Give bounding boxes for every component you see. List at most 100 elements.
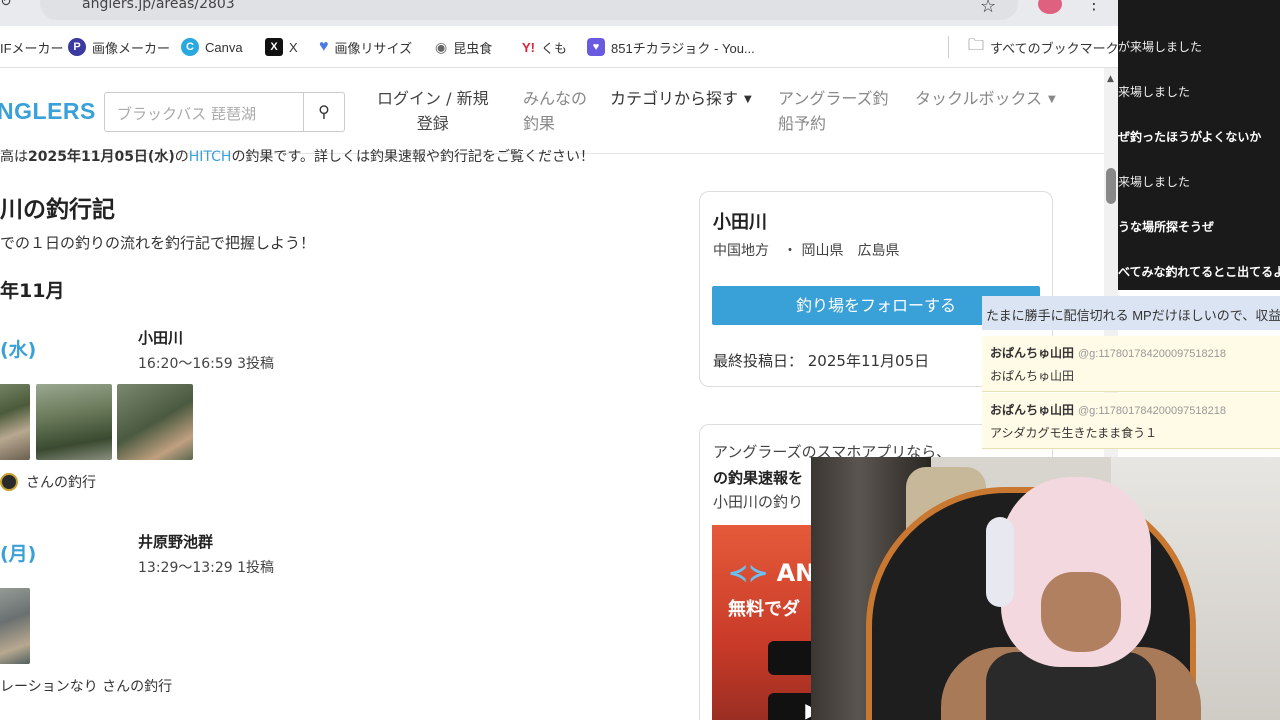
fish-icon: ≺≻ xyxy=(728,559,769,587)
entry-time: 16:20〜16:59 3投稿 xyxy=(138,356,275,372)
bookmark-item[interactable]: P 画像メーカー xyxy=(68,37,170,57)
intro-part: の xyxy=(174,149,189,165)
comment-id: @g:117801784200097518218 xyxy=(1078,405,1227,417)
webcam-person-face xyxy=(1041,572,1121,652)
nav-tacklebox-label: タックルボックス xyxy=(915,89,1043,108)
chat-line: べてみな釣れてるとこ出てるよ xyxy=(1118,265,1280,279)
folder-icon: 🗀 xyxy=(968,36,985,54)
nav-minna-line2: 釣果 xyxy=(523,114,556,133)
site-logo[interactable]: NGLERS xyxy=(0,98,96,125)
scroll-up-icon[interactable]: ▲ xyxy=(1107,74,1114,84)
catch-photo[interactable] xyxy=(36,384,112,460)
chat-line: が来場しました xyxy=(1118,40,1203,54)
bookmark-label: 昆虫食 xyxy=(453,40,493,56)
entry-spot[interactable]: 井原野池群 xyxy=(138,531,213,552)
bookmark-label: Canva xyxy=(205,39,243,55)
ad-brand: ≺≻ AN xyxy=(728,559,815,587)
bookmark-label: 画像リサイズ xyxy=(334,40,413,56)
bookmarks-divider xyxy=(948,36,949,58)
last-post-date: 最終投稿日： 2025年11月05日 xyxy=(713,352,930,370)
scrollbar-thumb[interactable] xyxy=(1106,168,1116,204)
bookmark-label: IFメーカー xyxy=(0,40,64,56)
bookmark-item[interactable]: Y! くも xyxy=(522,37,567,57)
all-bookmarks-button[interactable]: 🗀 すべてのブックマーク xyxy=(968,37,1119,57)
search-button[interactable]: ⚲ xyxy=(303,92,345,132)
canva-icon: C xyxy=(181,38,199,56)
entry-byline[interactable]: さんの釣行 xyxy=(0,472,96,492)
x-icon: X xyxy=(265,38,283,56)
logo-text: GLERS xyxy=(14,98,96,124)
nav-login-line1: ログイン / 新規 xyxy=(377,89,489,108)
bookmark-item[interactable]: ♥ 画像リサイズ xyxy=(319,37,412,57)
heart-icon: ♥ xyxy=(319,38,329,55)
bookmark-item[interactable]: X X xyxy=(265,37,298,57)
nav-ship-line1: アングラーズ釣 xyxy=(778,89,889,108)
month-heading: 年11月 xyxy=(0,280,65,302)
promo-line: の釣果速報を xyxy=(713,469,804,487)
chat-line: ぜ釣ったほうがよくないか xyxy=(1118,130,1262,144)
spot-region[interactable]: 中国地方 ・ 岡山県 広島県 xyxy=(713,240,899,260)
ad-free-text: 無料でダ xyxy=(728,599,800,620)
nav-minna-line1: みんなの xyxy=(523,89,588,108)
nav-category-dropdown[interactable]: カテゴリから探す ▼ xyxy=(610,86,752,112)
comment-username: おぱんちゅ山田 xyxy=(990,346,1075,360)
intro-date: 2025年11月05日(水) xyxy=(28,149,175,165)
intro-part: 高は xyxy=(0,149,28,165)
comment-message: アシダカグモ生きたまま食う１ xyxy=(990,426,1158,440)
ad-brand-text: AN xyxy=(776,559,816,587)
yahoo-icon: Y! xyxy=(522,39,535,55)
browser-toolbar: ↻ anglers.jp/areas/2803 ☆ ⋮ xyxy=(0,0,1118,26)
menu-kebab-icon[interactable]: ⋮ xyxy=(1086,0,1102,13)
nav-minna-chouka[interactable]: みんなの 釣果 xyxy=(523,86,587,136)
nav-ship-reservation[interactable]: アングラーズ釣 船予約 xyxy=(778,86,889,136)
entry-day[interactable]: (月) xyxy=(0,539,36,566)
bookmark-label: 画像メーカー xyxy=(92,40,171,56)
reload-icon[interactable]: ↻ xyxy=(0,0,12,10)
chat-comment: おぱんちゅ山田 @g:117801784200097518218 アシダカグモ生き… xyxy=(982,393,1280,449)
intro-text: 高は2025年11月05日(水)のHITCHの釣果です。詳しくは釣果速報や釣行記… xyxy=(0,146,594,166)
avatar xyxy=(0,473,18,491)
stream-ticker: たまに勝手に配信切れる MPだけほしいので、収益 xyxy=(982,296,1280,330)
bookmark-item[interactable]: ♥ 851チカラジョク - You... xyxy=(587,37,755,57)
bookmark-item[interactable]: ◉ 昆虫食 xyxy=(435,37,492,57)
nav-login[interactable]: ログイン / 新規 登録 xyxy=(377,86,489,136)
catch-photo[interactable] xyxy=(0,588,30,664)
nav-tacklebox-dropdown[interactable]: タックルボックス ▼ xyxy=(915,86,1056,112)
heart-shield-icon: ♥ xyxy=(587,38,605,56)
chat-comment: おぱんちゅ山田 @g:117801784200097518218 おぱんちゅ山田 xyxy=(982,336,1280,392)
bookmark-item[interactable]: IFメーカー xyxy=(0,37,64,57)
spot-name: 小田川 xyxy=(713,212,767,233)
url-text[interactable]: anglers.jp/areas/2803 xyxy=(82,0,235,12)
comment-user: おぱんちゅ山田 @g:117801784200097518218 xyxy=(990,401,1272,418)
intro-link[interactable]: HITCH xyxy=(189,149,232,165)
promo-line: 小田川の釣り xyxy=(713,493,804,511)
search-icon: ⚲ xyxy=(318,102,330,121)
byline-text: レーションなり さんの釣行 xyxy=(0,679,173,695)
intro-part: の釣果です。詳しくは釣果速報や釣行記をご覧ください！ xyxy=(231,149,595,165)
search-input[interactable]: ブラックバス 琵琶湖 xyxy=(104,92,304,132)
bookmark-item[interactable]: C Canva xyxy=(181,37,243,57)
all-bookmarks-label: すべてのブックマーク xyxy=(990,40,1119,56)
bookmark-star-icon[interactable]: ☆ xyxy=(980,0,996,17)
catch-photo[interactable] xyxy=(117,384,193,460)
profile-avatar[interactable] xyxy=(1038,0,1062,14)
page-title: 川の釣行記 xyxy=(0,197,115,223)
image-maker-icon: P xyxy=(68,38,86,56)
nav-ship-line2: 船予約 xyxy=(778,114,827,133)
entry-time: 13:29〜13:29 1投稿 xyxy=(138,560,275,576)
eye-icon: ◉ xyxy=(435,38,448,55)
caret-down-icon: ▼ xyxy=(1048,94,1056,105)
entry-byline[interactable]: レーションなり さんの釣行 xyxy=(0,676,172,696)
entry-day[interactable]: (水) xyxy=(0,335,36,362)
chat-line: 来場しました xyxy=(1118,85,1191,99)
entry-spot[interactable]: 小田川 xyxy=(138,327,183,348)
comment-username: おぱんちゅ山田 xyxy=(990,403,1075,417)
bookmark-label: くも xyxy=(541,40,568,56)
chat-line: 来場しました xyxy=(1118,175,1191,189)
bookmarks-bar: IFメーカー P 画像メーカー C Canva X X ♥ 画像リサイズ ◉ 昆… xyxy=(0,26,1119,68)
bookmark-label: X xyxy=(289,39,298,55)
catch-photo[interactable] xyxy=(0,384,30,460)
page-subtitle: での１日の釣りの流れを釣行記で把握しよう！ xyxy=(0,234,316,252)
webcam-overlay xyxy=(811,457,1280,720)
comment-id: @g:117801784200097518218 xyxy=(1078,348,1227,360)
